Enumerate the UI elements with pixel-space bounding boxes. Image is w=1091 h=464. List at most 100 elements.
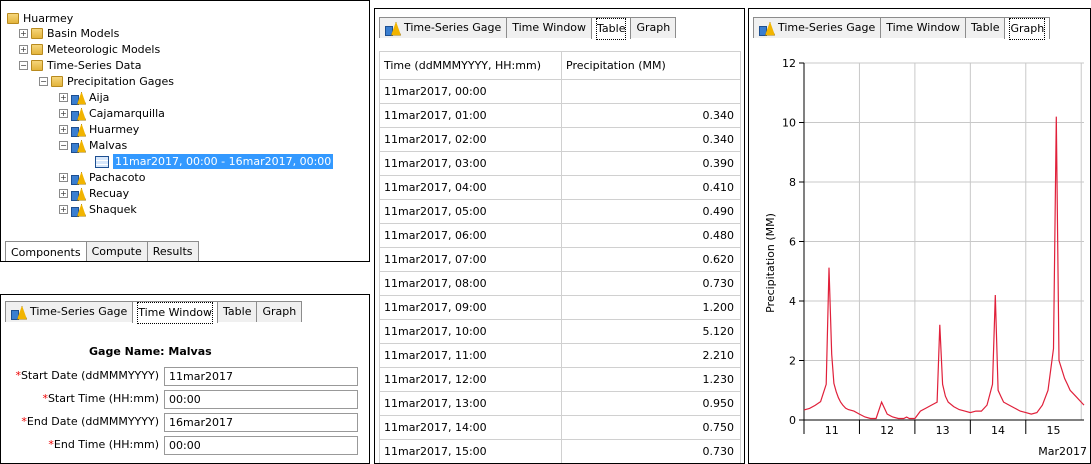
x-tick-label: 11 [825,424,839,437]
expand-icon[interactable]: + [59,125,68,134]
expand-icon[interactable]: + [19,45,28,54]
tab-table[interactable]: Table [591,17,632,40]
tab-table[interactable]: Table [217,301,258,322]
expand-icon[interactable]: + [59,205,68,214]
table-row[interactable]: 11mar2017, 01:00 0.340 [379,103,741,128]
time-cell[interactable]: 11mar2017, 14:00 [379,415,562,440]
time-cell[interactable]: 11mar2017, 06:00 [379,223,562,248]
table-row[interactable]: 11mar2017, 08:00 0.730 [379,271,741,296]
table-row[interactable]: 11mar2017, 05:00 0.490 [379,199,741,224]
tab-label: Time Window [512,21,587,34]
precipitation-cell[interactable]: 0.620 [561,247,741,272]
precipitation-cell[interactable]: 5.120 [561,319,741,344]
table-row[interactable]: 11mar2017, 10:00 5.120 [379,319,741,344]
table-row[interactable]: 11mar2017, 11:00 2.210 [379,343,741,368]
precipitation-cell[interactable]: 0.340 [561,127,741,152]
collapse-icon[interactable]: − [59,141,68,150]
precipitation-cell[interactable]: 0.730 [561,439,741,463]
table-row[interactable]: 11mar2017, 00:00 [379,79,741,104]
precipitation-cell[interactable]: 1.230 [561,367,741,392]
column-header-precipitation[interactable]: Precipitation (MM) [561,51,741,80]
collapse-icon[interactable]: − [39,77,48,86]
table-row[interactable]: 11mar2017, 04:00 0.410 [379,175,741,200]
precipitation-cell[interactable]: 0.480 [561,223,741,248]
tab-time-window[interactable]: Time Window [880,17,967,38]
table-row[interactable]: 11mar2017, 13:00 0.950 [379,391,741,416]
tab-label: Graph [1009,17,1046,40]
precipitation-cell[interactable] [561,79,741,104]
precipitation-cell[interactable]: 0.340 [561,103,741,128]
precipitation-cell[interactable]: 0.390 [561,151,741,176]
expand-icon[interactable]: + [59,189,68,198]
time-cell[interactable]: 11mar2017, 12:00 [379,367,562,392]
precipitation-cell[interactable]: 0.730 [561,271,741,296]
tree-item-label: Pachacoto [89,171,146,184]
table-row[interactable]: 11mar2017, 06:00 0.480 [379,223,741,248]
end-time-field[interactable]: 00:00 [164,436,358,455]
table-row[interactable]: 11mar2017, 09:00 1.200 [379,295,741,320]
label-text: Start Date (ddMMMYYYY) [20,369,159,382]
tab-components[interactable]: Components [5,241,87,261]
tree-item-basin-models[interactable]: + Basin Models [19,26,119,41]
table-row[interactable]: 11mar2017, 07:00 0.620 [379,247,741,272]
collapse-icon[interactable]: − [19,61,28,70]
end-date-field[interactable]: 16mar2017 [164,413,358,432]
tree-item-malvas[interactable]: − Malvas [59,138,127,153]
precipitation-cell[interactable]: 0.950 [561,391,741,416]
table-row[interactable]: 11mar2017, 14:00 0.750 [379,415,741,440]
tree-root[interactable]: Huarmey [7,11,73,26]
tree-item-pachacoto[interactable]: + Pachacoto [59,170,145,185]
column-header-time[interactable]: Time (ddMMMYYYY, HH:mm) [379,51,562,80]
expand-icon[interactable]: + [59,109,68,118]
tab-table[interactable]: Table [965,17,1006,38]
tab-graph[interactable]: Graph [1004,17,1051,40]
tab-graph[interactable]: Graph [630,17,677,38]
tab-time-window[interactable]: Time Window [506,17,593,38]
tree-item-recuay[interactable]: + Recuay [59,186,129,201]
tree-item-huarmey[interactable]: + Huarmey [59,122,139,137]
time-cell[interactable]: 11mar2017, 11:00 [379,343,562,368]
time-cell[interactable]: 11mar2017, 09:00 [379,295,562,320]
expand-icon[interactable]: + [59,173,68,182]
time-cell[interactable]: 11mar2017, 03:00 [379,151,562,176]
start-date-label: *Start Date (ddMMMYYYY) [15,369,159,382]
time-cell[interactable]: 11mar2017, 13:00 [379,391,562,416]
table-row[interactable]: 11mar2017, 02:00 0.340 [379,127,741,152]
time-cell[interactable]: 11mar2017, 04:00 [379,175,562,200]
tree-item-precipitation-gages[interactable]: − Precipitation Gages [39,74,174,89]
tree-item-shaquek[interactable]: + Shaquek [59,202,137,217]
time-cell[interactable]: 11mar2017, 05:00 [379,199,562,224]
expand-icon[interactable]: + [19,29,28,38]
tab-time-series-gage[interactable]: Time-Series Gage [753,17,882,38]
time-cell[interactable]: 11mar2017, 01:00 [379,103,562,128]
tab-time-series-gage[interactable]: Time-Series Gage [379,17,508,38]
start-time-field[interactable]: 00:00 [164,390,358,409]
expand-icon[interactable]: + [59,93,68,102]
table-row[interactable]: 11mar2017, 12:00 1.230 [379,367,741,392]
folder-icon [51,76,63,87]
tab-time-series-gage[interactable]: Time-Series Gage [5,301,134,322]
tab-graph[interactable]: Graph [256,301,303,322]
time-cell[interactable]: 11mar2017, 07:00 [379,247,562,272]
precipitation-cell[interactable]: 0.750 [561,415,741,440]
start-date-field[interactable]: 11mar2017 [164,367,358,386]
time-cell[interactable]: 11mar2017, 15:00 [379,439,562,463]
tree-item-cajamarquilla[interactable]: + Cajamarquilla [59,106,165,121]
precipitation-cell[interactable]: 2.210 [561,343,741,368]
tree-item-time-series-data[interactable]: − Time-Series Data [19,58,141,73]
tab-compute[interactable]: Compute [85,241,148,261]
time-cell[interactable]: 11mar2017, 00:00 [379,79,562,104]
precipitation-cell[interactable]: 0.410 [561,175,741,200]
precipitation-cell[interactable]: 0.490 [561,199,741,224]
tree-item-meteorologic-models[interactable]: + Meteorologic Models [19,42,160,57]
table-row[interactable]: 11mar2017, 15:00 0.730 [379,439,741,463]
tree-item-time-window[interactable]: 11mar2017, 00:00 - 16mar2017, 00:00 [95,154,334,169]
tab-results[interactable]: Results [146,241,199,261]
precipitation-cell[interactable]: 1.200 [561,295,741,320]
time-cell[interactable]: 11mar2017, 10:00 [379,319,562,344]
tree-item-aija[interactable]: + Aija [59,90,109,105]
tab-time-window[interactable]: Time Window [132,301,219,324]
time-cell[interactable]: 11mar2017, 08:00 [379,271,562,296]
table-row[interactable]: 11mar2017, 03:00 0.390 [379,151,741,176]
time-cell[interactable]: 11mar2017, 02:00 [379,127,562,152]
